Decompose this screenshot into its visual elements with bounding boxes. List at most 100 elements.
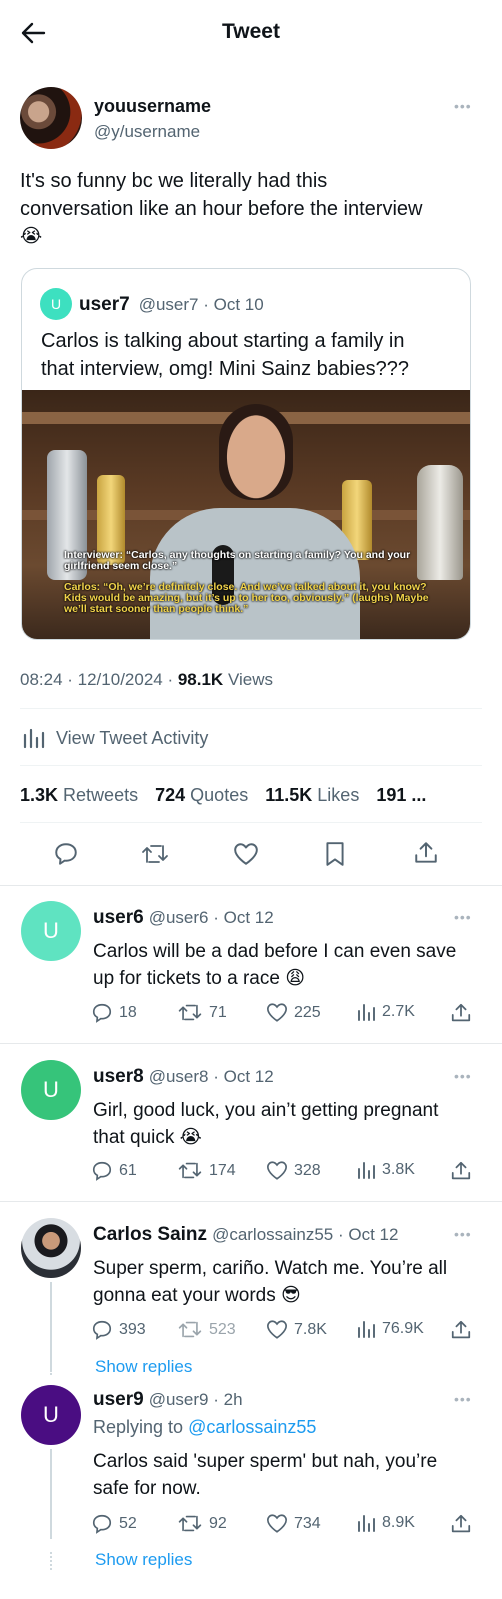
view-activity-button[interactable]: View Tweet Activity bbox=[20, 727, 208, 749]
retweets-stat[interactable]: 1.3K Retweets bbox=[20, 785, 138, 805]
views-count-button[interactable]: 3.8K bbox=[356, 1160, 415, 1180]
reply-count-button[interactable]: 61 bbox=[91, 1160, 137, 1182]
divider bbox=[20, 708, 482, 709]
share-icon[interactable] bbox=[450, 1513, 472, 1535]
reply-meta: @user6 · Oct 12 bbox=[148, 908, 274, 927]
retweet-count-button[interactable]: 71 bbox=[177, 1002, 227, 1023]
views-count: 8.9K bbox=[382, 1514, 415, 1531]
views-count: 3.8K bbox=[382, 1161, 415, 1178]
author-name[interactable]: youusername bbox=[94, 96, 211, 117]
reply-text-line: Girl, good luck, you ain’t getting pregn… bbox=[93, 1100, 439, 1121]
replying-to: Replying to @carlossainz55 bbox=[93, 1417, 316, 1438]
quotes-count: 724 bbox=[155, 785, 186, 805]
like-icon bbox=[266, 1319, 288, 1340]
like-icon bbox=[266, 1160, 288, 1181]
reply-avatar[interactable]: U bbox=[21, 1060, 81, 1120]
reply-text: Carlos said 'super sperm' but nah, you’r… bbox=[93, 1448, 437, 1502]
likes-label: Likes bbox=[317, 785, 360, 805]
like-count-button[interactable]: 734 bbox=[266, 1513, 321, 1534]
reply-count-button[interactable]: 52 bbox=[91, 1513, 137, 1535]
views-count-button[interactable]: 2.7K bbox=[356, 1002, 415, 1022]
quote-text-line: Carlos is talking about starting a famil… bbox=[41, 330, 405, 352]
like-icon[interactable] bbox=[233, 842, 259, 866]
views-icon bbox=[356, 1160, 376, 1180]
like-icon bbox=[266, 1513, 288, 1534]
quote-text-line: that interview, omg! Mini Sainz babies??… bbox=[41, 358, 409, 380]
author-handle[interactable]: @y/username bbox=[94, 122, 200, 142]
more-icon[interactable]: ••• bbox=[454, 909, 472, 925]
share-icon[interactable] bbox=[450, 1160, 472, 1182]
section-divider bbox=[0, 1201, 502, 1202]
quoted-tweet-card[interactable]: U user7 @user7 · Oct 10 Carlos is talkin… bbox=[21, 268, 471, 640]
bookmark-icon[interactable] bbox=[324, 841, 346, 867]
like-count: 7.8K bbox=[294, 1320, 327, 1338]
quote-media[interactable]: Interviewer: “Carlos, any thoughts on st… bbox=[22, 390, 470, 639]
reply-thread-line bbox=[50, 1449, 52, 1539]
quotes-stat[interactable]: 724 Quotes bbox=[155, 785, 248, 805]
retweet-icon[interactable] bbox=[140, 842, 170, 866]
quote-meta: @user7 · Oct 10 bbox=[138, 295, 264, 314]
reply-avatar[interactable] bbox=[21, 1218, 81, 1278]
reply-avatar[interactable]: U bbox=[21, 1385, 81, 1445]
more-icon[interactable]: ••• bbox=[454, 98, 472, 114]
reply-name[interactable]: user9 bbox=[93, 1389, 144, 1410]
reply-avatar[interactable]: U bbox=[21, 901, 81, 961]
media-caption-interviewer: Interviewer: “Carlos, any thoughts on st… bbox=[64, 549, 411, 572]
retweet-icon bbox=[177, 1513, 203, 1534]
views-count: 2.7K bbox=[382, 1003, 415, 1020]
media-person-head bbox=[219, 404, 293, 500]
views-count-button[interactable]: 76.9K bbox=[356, 1319, 424, 1339]
retweet-icon bbox=[177, 1319, 203, 1340]
reply-count-button[interactable]: 18 bbox=[91, 1002, 137, 1024]
show-replies-link[interactable]: Show replies bbox=[95, 1357, 192, 1377]
activity-icon bbox=[20, 727, 46, 749]
share-icon[interactable] bbox=[413, 840, 439, 866]
share-icon[interactable] bbox=[450, 1319, 472, 1341]
tweet-timestamp: 08:24 · 12/10/2024 · 98.1K Views bbox=[20, 670, 273, 690]
reply-icon[interactable] bbox=[53, 841, 79, 867]
retweet-count-button[interactable]: 523 bbox=[177, 1319, 236, 1340]
reply-icon bbox=[91, 1160, 113, 1182]
more-icon[interactable]: ••• bbox=[454, 1391, 472, 1407]
quotes-label: Quotes bbox=[190, 785, 249, 805]
retweet-count-button[interactable]: 92 bbox=[177, 1513, 227, 1534]
tweet-text-line: conversation like an hour before the int… bbox=[20, 198, 423, 220]
bookmarks-stat[interactable]: 191 ... bbox=[376, 785, 426, 805]
more-icon[interactable]: ••• bbox=[454, 1068, 472, 1084]
tweet-text-emoji: 😭 bbox=[20, 226, 43, 247]
divider bbox=[20, 765, 482, 766]
quote-name[interactable]: user7 bbox=[79, 294, 130, 315]
like-count-button[interactable]: 225 bbox=[266, 1002, 321, 1023]
reply-count-button[interactable]: 393 bbox=[91, 1319, 146, 1341]
retweet-count: 174 bbox=[209, 1161, 236, 1179]
share-icon[interactable] bbox=[450, 1002, 472, 1024]
reply-text-line: that quick 😭 bbox=[93, 1127, 202, 1148]
reply-text: Super sperm, cariño. Watch me. You’re al… bbox=[93, 1255, 447, 1309]
reply-count: 52 bbox=[119, 1515, 137, 1532]
views-count-button[interactable]: 8.9K bbox=[356, 1513, 415, 1533]
replying-to-handle[interactable]: @carlossainz55 bbox=[188, 1417, 316, 1437]
retweet-count: 71 bbox=[209, 1003, 227, 1021]
like-count-button[interactable]: 7.8K bbox=[266, 1319, 327, 1340]
like-count: 734 bbox=[294, 1514, 321, 1532]
reply-meta: @user8 · Oct 12 bbox=[148, 1067, 274, 1086]
like-icon bbox=[266, 1002, 288, 1023]
reply-meta: @carlossainz55 · Oct 12 bbox=[212, 1225, 399, 1244]
reply-name[interactable]: user6 bbox=[93, 907, 144, 928]
retweets-count: 1.3K bbox=[20, 785, 59, 805]
author-avatar[interactable] bbox=[20, 87, 82, 149]
retweet-icon bbox=[177, 1160, 203, 1181]
reply-name[interactable]: Carlos Sainz bbox=[93, 1224, 207, 1245]
retweet-count-button[interactable]: 174 bbox=[177, 1160, 236, 1181]
views-icon bbox=[356, 1002, 376, 1022]
likes-count: 11.5K bbox=[265, 785, 313, 805]
reply-name[interactable]: user8 bbox=[93, 1066, 144, 1087]
reply-count: 393 bbox=[119, 1321, 146, 1338]
page-title: Tweet bbox=[222, 20, 280, 43]
show-replies-link[interactable]: Show replies bbox=[95, 1550, 192, 1570]
likes-stat[interactable]: 11.5K Likes bbox=[265, 785, 359, 805]
like-count-button[interactable]: 328 bbox=[266, 1160, 321, 1181]
reply-text-line: Carlos will be a dad before I can even s… bbox=[93, 941, 457, 962]
quote-avatar[interactable]: U bbox=[40, 288, 72, 320]
more-icon[interactable]: ••• bbox=[454, 1226, 472, 1242]
